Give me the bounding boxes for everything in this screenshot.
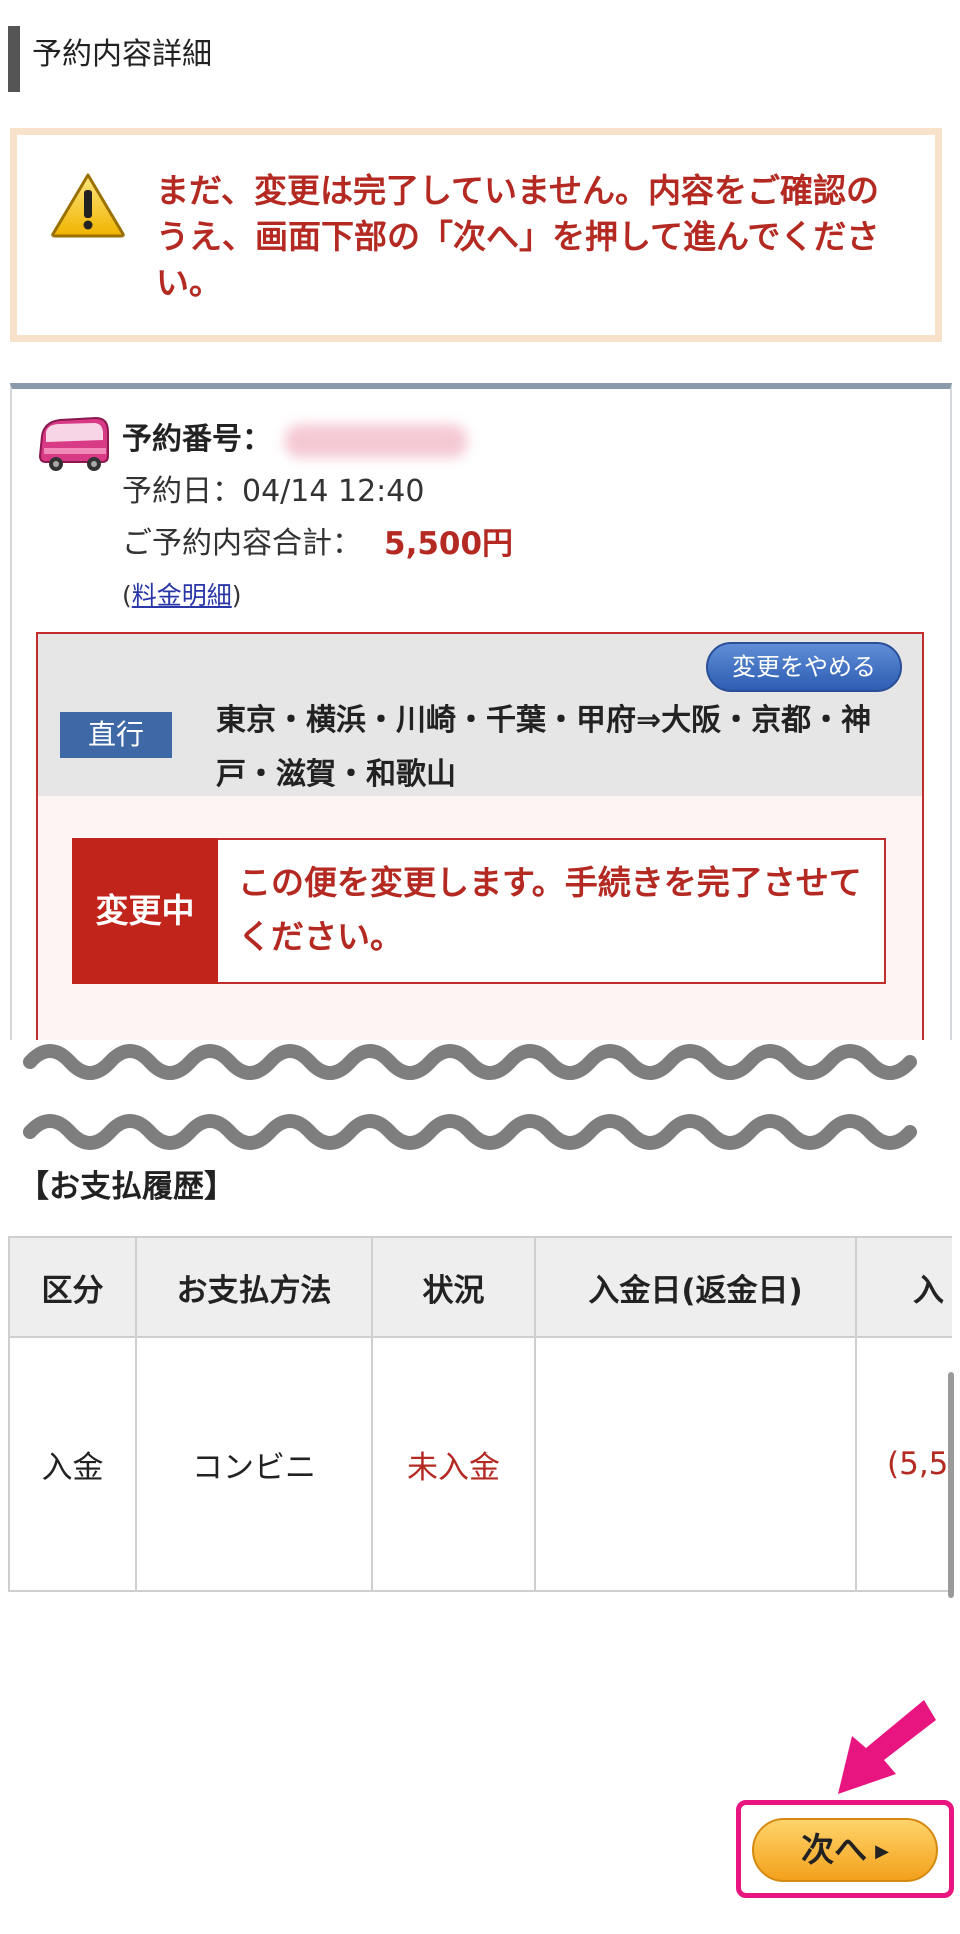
next-button[interactable]: 次へ ▶ — [752, 1818, 938, 1882]
cancel-change-button[interactable]: 変更をやめる — [706, 642, 902, 692]
col-header-date: 入金日(返金日) — [534, 1236, 857, 1338]
fee-link-prefix: ( — [122, 581, 132, 610]
fee-link-suffix: ) — [231, 581, 242, 610]
cell-date — [534, 1336, 857, 1592]
reservation-number-redacted — [284, 424, 468, 458]
page-title: 予約内容詳細 — [32, 37, 212, 72]
table-row: 入金 コンビニ 未入金 (5,5 — [8, 1336, 952, 1592]
cell-method: コンビニ — [135, 1336, 373, 1592]
cell-status: 未入金 — [371, 1336, 536, 1592]
warning-message: まだ、変更は完了していません。内容をご確認のうえ、画面下部の「次へ」を押して進ん… — [156, 171, 880, 302]
reservation-total-value: 5,500円 — [384, 526, 514, 562]
bus-icon — [38, 416, 109, 471]
reservation-number-label: 予約番号： — [122, 422, 272, 457]
next-button-label: 次へ — [801, 1830, 868, 1869]
change-status-message: この便を変更します。手続きを完了させてください。 — [238, 863, 862, 956]
reservation-total-label: ご予約内容合計： — [122, 526, 362, 561]
pointer-arrow-icon — [838, 1700, 936, 1794]
change-status-tag: 変更中 — [72, 838, 218, 984]
col-header-amount: 入 — [855, 1236, 952, 1338]
fee-detail-wrap: (料金明細) — [122, 576, 242, 616]
warning-triangle-icon — [51, 173, 125, 238]
payment-table-scroll[interactable]: 区分 お支払方法 状況 入金日(返金日) 入 入金 コンビニ 未入金 (5,5 — [8, 1236, 952, 1596]
omission-wave-separator — [0, 1040, 960, 1170]
payment-table-header-row: 区分 お支払方法 状況 入金日(返金日) 入 — [8, 1236, 952, 1338]
cell-category: 入金 — [8, 1336, 137, 1592]
fee-detail-link[interactable]: 料金明細 — [132, 581, 232, 610]
payment-history-title: 【お支払履歴】 — [18, 1169, 235, 1205]
trip-type-badge: 直行 — [60, 712, 172, 758]
payment-table: 区分 お支払方法 状況 入金日(返金日) 入 入金 コンビニ 未入金 (5,5 — [8, 1236, 952, 1592]
col-header-category: 区分 — [8, 1236, 137, 1338]
trip-route: 東京・横浜・川崎・千葉・甲府⇒大阪・京都・神戸・滋賀・和歌山 — [216, 703, 872, 792]
reservation-date: 予約日：04/14 12:40 — [122, 474, 425, 509]
col-header-status: 状況 — [371, 1236, 536, 1338]
scrollbar[interactable] — [948, 1372, 954, 1598]
page-title-accent-bar — [8, 26, 20, 92]
play-triangle-icon: ▶ — [875, 1840, 889, 1862]
cell-amount: (5,5 — [855, 1336, 952, 1592]
col-header-method: お支払方法 — [135, 1236, 373, 1338]
